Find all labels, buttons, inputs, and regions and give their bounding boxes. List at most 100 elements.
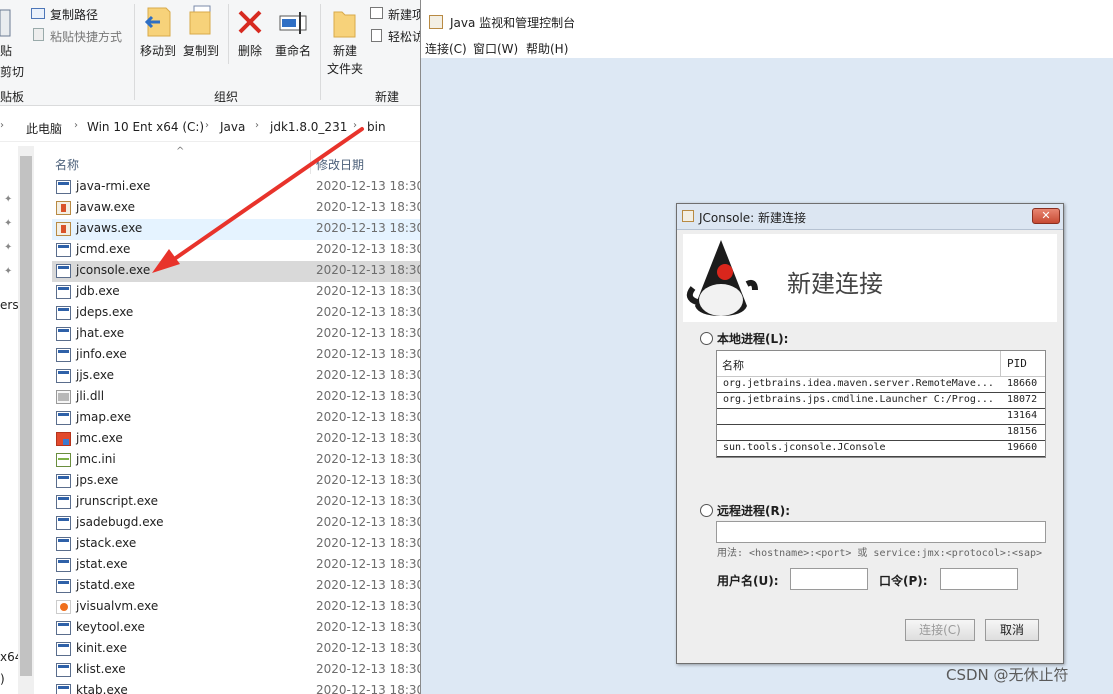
- easy-access-icon: [371, 29, 382, 42]
- remote-process-radio[interactable]: [700, 504, 713, 517]
- process-row[interactable]: org.jetbrains.idea.maven.server.RemoteMa…: [717, 377, 1045, 393]
- file-modified-date: 2020-12-13 18:30: [316, 389, 420, 403]
- file-row[interactable]: jrunscript.exe 2020-12-13 18:30: [52, 492, 420, 513]
- local-process-label[interactable]: 本地进程(L):: [717, 330, 788, 347]
- file-row[interactable]: jstatd.exe 2020-12-13 18:30: [52, 576, 420, 597]
- file-row[interactable]: jjs.exe 2020-12-13 18:30: [52, 366, 420, 387]
- column-header-process-name[interactable]: 名称: [722, 357, 744, 373]
- file-row[interactable]: jmc.ini 2020-12-13 18:30: [52, 450, 420, 471]
- process-row[interactable]: sun.tools.jconsole.JConsole 19660: [717, 441, 1045, 457]
- dll-icon: [56, 390, 71, 404]
- breadcrumb-bin[interactable]: bin: [367, 120, 386, 134]
- menu-connection[interactable]: 连接(C): [425, 40, 467, 57]
- breadcrumb-jdk[interactable]: jdk1.8.0_231: [270, 120, 347, 134]
- copy-to-button[interactable]: 复制到: [180, 4, 222, 64]
- file-row[interactable]: jdb.exe 2020-12-13 18:30: [52, 282, 420, 303]
- process-row[interactable]: 18156: [717, 425, 1045, 441]
- file-row[interactable]: javaws.exe 2020-12-13 18:30: [52, 219, 420, 240]
- menu-window[interactable]: 窗口(W): [473, 40, 518, 57]
- copy-path-button[interactable]: 复制路径: [50, 6, 98, 23]
- breadcrumb-this-pc[interactable]: 此电脑: [26, 120, 62, 137]
- paste-icon[interactable]: [0, 8, 12, 38]
- column-header-name[interactable]: 名称: [55, 156, 79, 173]
- password-input[interactable]: [940, 568, 1018, 590]
- remote-address-input[interactable]: [716, 521, 1046, 543]
- file-row[interactable]: kinit.exe 2020-12-13 18:30: [52, 639, 420, 660]
- exe-icon: [56, 411, 71, 425]
- scrollbar-thumb[interactable]: [20, 156, 32, 676]
- file-name: jhat.exe: [76, 326, 125, 340]
- pin-icon[interactable]: ✦: [4, 218, 12, 229]
- remote-process-label[interactable]: 远程进程(R):: [717, 502, 790, 519]
- file-modified-date: 2020-12-13 18:30: [316, 515, 420, 529]
- file-row[interactable]: jvisualvm.exe 2020-12-13 18:30: [52, 597, 420, 618]
- file-row[interactable]: jconsole.exe 2020-12-13 18:30: [52, 261, 420, 282]
- file-row[interactable]: keytool.exe 2020-12-13 18:30: [52, 618, 420, 639]
- file-row[interactable]: jmc.exe 2020-12-13 18:30: [52, 429, 420, 450]
- cancel-button[interactable]: 取消: [985, 619, 1039, 641]
- paste-shortcut-button[interactable]: 粘贴快捷方式: [50, 28, 122, 45]
- nav-scrollbar[interactable]: [18, 146, 34, 694]
- nav-item-partial[interactable]: ers: [0, 298, 19, 312]
- dialog-titlebar[interactable]: JConsole: 新建连接 ✕: [677, 204, 1063, 230]
- file-row[interactable]: jhat.exe 2020-12-13 18:30: [52, 324, 420, 345]
- process-row[interactable]: 13164: [717, 409, 1045, 425]
- pin-icon[interactable]: ✦: [4, 194, 12, 205]
- move-to-label: 移动到: [139, 44, 176, 58]
- new-item-button[interactable]: 新建项: [388, 6, 420, 23]
- cut-label[interactable]: 剪切: [0, 63, 24, 80]
- file-modified-date: 2020-12-13 18:30: [316, 410, 420, 424]
- move-to-button[interactable]: 移动到: [138, 4, 178, 64]
- file-row[interactable]: jps.exe 2020-12-13 18:30: [52, 471, 420, 492]
- file-name: jdeps.exe: [76, 305, 134, 319]
- menu-help[interactable]: 帮助(H): [526, 40, 568, 57]
- exe-icon: [56, 684, 71, 694]
- file-row[interactable]: jstack.exe 2020-12-13 18:30: [52, 534, 420, 555]
- process-table[interactable]: 名称 PID org.jetbrains.idea.maven.server.R…: [716, 350, 1046, 458]
- process-table-header: 名称 PID: [717, 351, 1045, 377]
- file-row[interactable]: java-rmi.exe 2020-12-13 18:30: [52, 177, 420, 198]
- username-input[interactable]: [790, 568, 868, 590]
- column-divider[interactable]: [1000, 351, 1001, 377]
- delete-button[interactable]: 删除: [233, 4, 267, 64]
- process-name: org.jetbrains.jps.cmdline.Launcher C:/Pr…: [723, 394, 994, 405]
- file-row[interactable]: javaw.exe 2020-12-13 18:30: [52, 198, 420, 219]
- process-row[interactable]: org.jetbrains.jps.cmdline.Launcher C:/Pr…: [717, 393, 1045, 409]
- file-row[interactable]: klist.exe 2020-12-13 18:30: [52, 660, 420, 681]
- ribbon-separator: [228, 4, 229, 64]
- column-header-pid[interactable]: PID: [1007, 357, 1027, 370]
- file-row[interactable]: jcmd.exe 2020-12-13 18:30: [52, 240, 420, 261]
- rename-button[interactable]: 重命名: [272, 4, 314, 64]
- chevron-right-icon: ›: [353, 120, 357, 131]
- nav-item-partial[interactable]: ): [0, 672, 5, 686]
- paste-label[interactable]: 贴: [0, 42, 12, 59]
- file-row[interactable]: jstat.exe 2020-12-13 18:30: [52, 555, 420, 576]
- file-modified-date: 2020-12-13 18:30: [316, 431, 420, 445]
- close-button[interactable]: ✕: [1032, 208, 1060, 224]
- new-folder-label-1: 新建: [332, 44, 357, 58]
- breadcrumb-drive-c[interactable]: Win 10 Ent x64 (C:): [87, 120, 204, 134]
- file-row[interactable]: ktab.exe 2020-12-13 18:30: [52, 681, 420, 694]
- address-bar[interactable]: › 此电脑 › Win 10 Ent x64 (C:) › Java › jdk…: [0, 112, 420, 142]
- file-row[interactable]: jli.dll 2020-12-13 18:30: [52, 387, 420, 408]
- file-row[interactable]: jmap.exe 2020-12-13 18:30: [52, 408, 420, 429]
- new-folder-button[interactable]: 新建 文件夹: [324, 4, 366, 76]
- file-row[interactable]: jsadebugd.exe 2020-12-13 18:30: [52, 513, 420, 534]
- pin-icon[interactable]: ✦: [4, 242, 12, 253]
- connect-button[interactable]: 连接(C): [905, 619, 975, 641]
- file-name: javaws.exe: [76, 221, 143, 235]
- column-header-modified[interactable]: 修改日期: [316, 156, 364, 173]
- column-divider[interactable]: [310, 150, 311, 174]
- exe-icon: [56, 285, 71, 299]
- pin-icon[interactable]: ✦: [4, 266, 12, 277]
- file-name: jmc.ini: [76, 452, 116, 466]
- breadcrumb-java[interactable]: Java: [220, 120, 245, 134]
- rename-icon: [279, 12, 307, 34]
- java-window-titlebar[interactable]: Java 监视和管理控制台: [421, 0, 1113, 40]
- file-row[interactable]: jinfo.exe 2020-12-13 18:30: [52, 345, 420, 366]
- file-row[interactable]: jdeps.exe 2020-12-13 18:30: [52, 303, 420, 324]
- file-modified-date: 2020-12-13 18:30: [316, 326, 420, 340]
- local-process-radio[interactable]: [700, 332, 713, 345]
- easy-access-button[interactable]: 轻松访: [388, 28, 420, 45]
- jmc-icon: [56, 432, 71, 446]
